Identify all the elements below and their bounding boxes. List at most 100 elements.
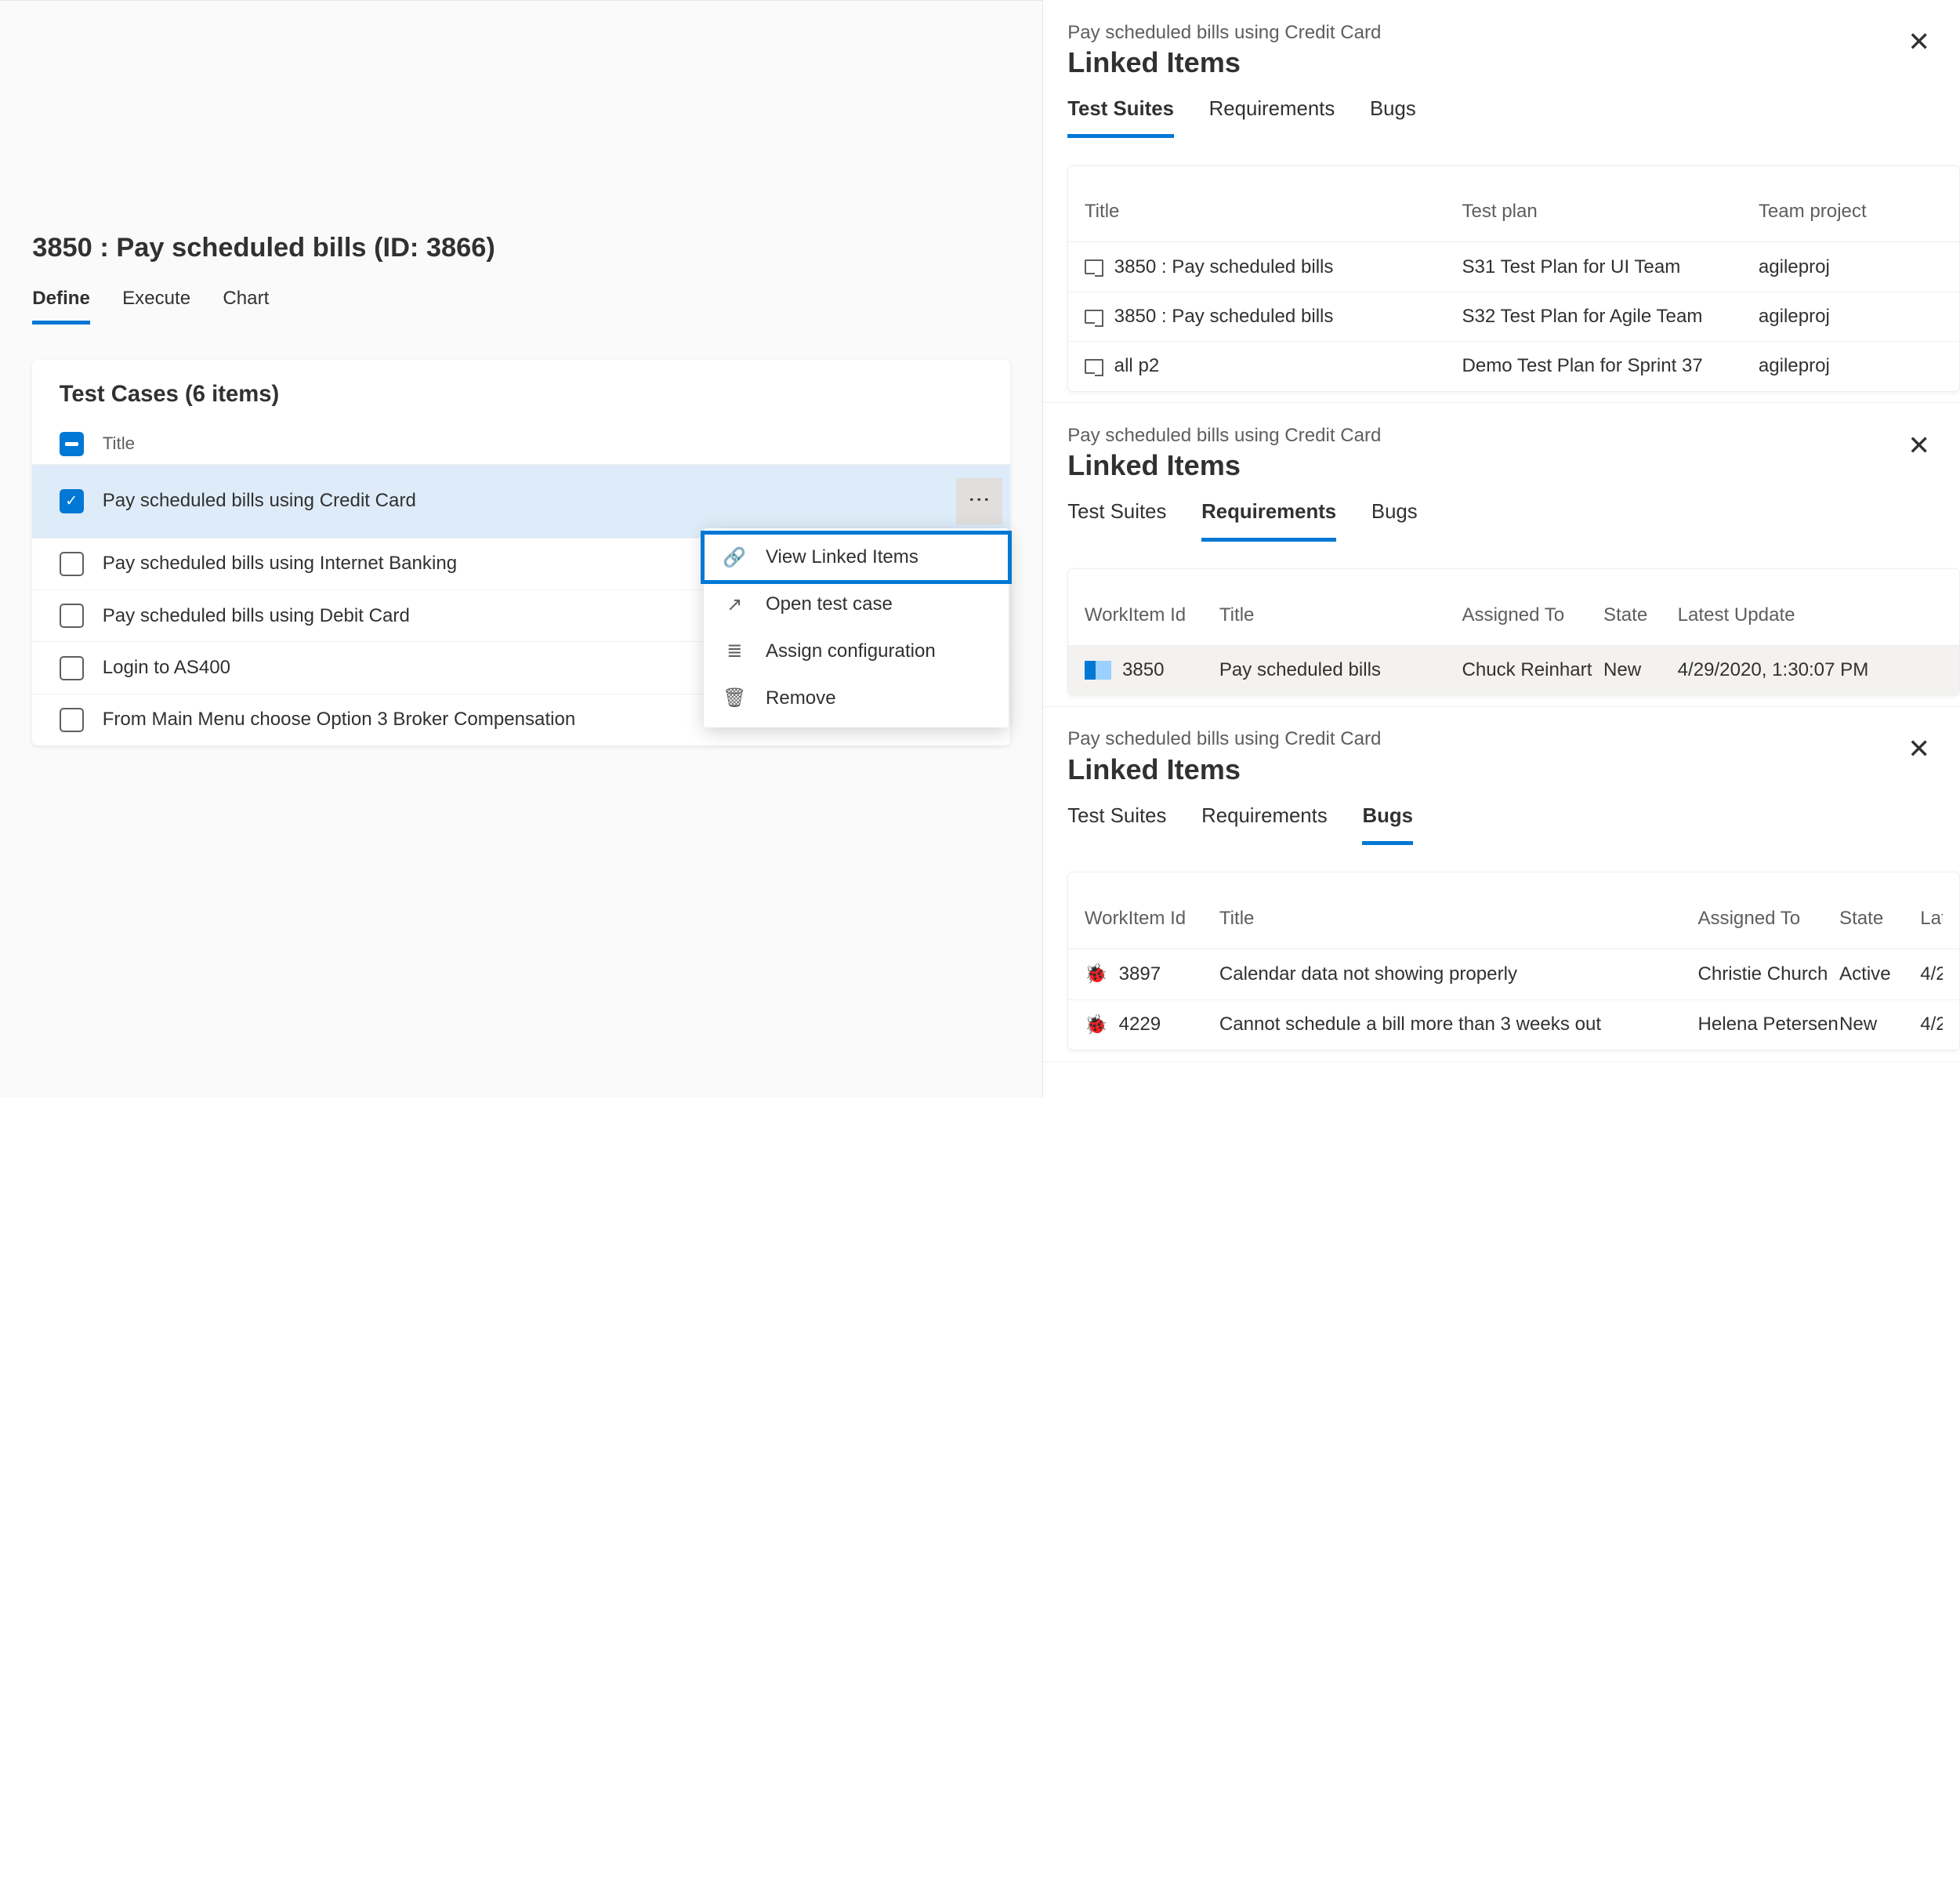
- column-header[interactable]: Title: [1219, 908, 1698, 930]
- column-header[interactable]: State: [1603, 604, 1678, 626]
- panel-title: Linked Items: [1067, 449, 1960, 482]
- column-header[interactable]: Title: [1085, 201, 1462, 223]
- column-header[interactable]: Late: [1920, 908, 1943, 930]
- table-header-row: WorkItem IdTitleAssigned ToStateLatest U…: [1068, 569, 1959, 646]
- table-cell: 🐞 3897: [1085, 963, 1219, 985]
- close-button[interactable]: ✕: [1907, 430, 1930, 462]
- test-cases-column-header: Title: [32, 421, 1010, 465]
- table-cell: Calendar data not showing properly: [1219, 963, 1698, 985]
- close-button[interactable]: ✕: [1907, 27, 1930, 58]
- test-cases-card-header: Test Cases (6 items): [32, 360, 1010, 421]
- table-cell: 4/29: [1920, 1014, 1943, 1035]
- menu-item-label: Assign configuration: [766, 640, 936, 662]
- open-icon: ↗: [723, 593, 747, 616]
- left-tab-execute[interactable]: Execute: [122, 288, 190, 325]
- table-row[interactable]: 3850 : Pay scheduled billsS32 Test Plan …: [1068, 292, 1959, 342]
- panel-tab-test-suites[interactable]: Test Suites: [1067, 501, 1166, 541]
- table-cell: Helena Petersen: [1697, 1014, 1839, 1035]
- table-cell: all p2: [1085, 355, 1462, 377]
- panel-tab-test-suites[interactable]: Test Suites: [1067, 805, 1166, 845]
- more-icon: ⋮: [966, 489, 991, 513]
- table-cell: Christie Church: [1697, 963, 1839, 985]
- cell-text: 4229: [1119, 1014, 1161, 1035]
- linked-items-panel: Pay scheduled bills using Credit CardLin…: [1043, 403, 1960, 707]
- panel-table: TitleTest planTeam project3850 : Pay sch…: [1067, 165, 1960, 392]
- linked-items-panel: Pay scheduled bills using Credit CardLin…: [1043, 707, 1960, 1062]
- cell-text: 3850 : Pay scheduled bills: [1114, 256, 1334, 278]
- column-header[interactable]: Assigned To: [1697, 908, 1839, 930]
- config-icon: ≣: [723, 640, 747, 662]
- bug-icon: 🐞: [1085, 963, 1108, 985]
- panel-table: WorkItem IdTitleAssigned ToStateLate 🐞 389…: [1067, 872, 1960, 1050]
- column-header[interactable]: Latest Update: [1678, 604, 1944, 626]
- column-header[interactable]: Assigned To: [1462, 604, 1603, 626]
- menu-item-view-linked-items[interactable]: 🔗View Linked Items: [704, 534, 1009, 581]
- table-cell: S32 Test Plan for Agile Team: [1462, 306, 1758, 328]
- table-header-row: WorkItem IdTitleAssigned ToStateLate: [1068, 872, 1959, 949]
- table-row[interactable]: 3850 : Pay scheduled billsS31 Test Plan …: [1068, 242, 1959, 292]
- row-checkbox[interactable]: [60, 552, 84, 576]
- table-cell: 3850 : Pay scheduled bills: [1085, 256, 1462, 278]
- link-icon: 🔗: [723, 546, 747, 569]
- table-cell: Pay scheduled bills: [1219, 659, 1462, 681]
- table-cell: 3850: [1085, 659, 1219, 681]
- table-row[interactable]: 🐞4229Cannot schedule a bill more than 3 …: [1068, 1000, 1959, 1050]
- table-cell: agileproj: [1759, 306, 1943, 328]
- menu-item-label: Remove: [766, 687, 836, 709]
- panel-subtitle: Pay scheduled bills using Credit Card: [1067, 425, 1960, 447]
- table-row[interactable]: 🐞 3897 Calendar data not showing properlyC…: [1068, 949, 1959, 999]
- row-context-menu: 🔗View Linked Items ↗ Open test case ≣ Assign…: [704, 528, 1009, 727]
- row-checkbox[interactable]: [60, 708, 84, 732]
- panel-tabs: Test Suites Requirements Bugs: [1067, 805, 1960, 845]
- table-row[interactable]: 3850Pay scheduled billsChuck ReinhartNew…: [1068, 646, 1959, 695]
- menu-item-label: Open test case: [766, 593, 893, 615]
- panel-tab-requirements[interactable]: Requirements: [1209, 98, 1335, 138]
- select-all-checkbox[interactable]: [60, 432, 84, 456]
- close-button[interactable]: ✕: [1907, 734, 1930, 765]
- panel-tab-bugs[interactable]: Bugs: [1370, 98, 1416, 138]
- table-cell: 3850 : Pay scheduled bills: [1085, 306, 1462, 328]
- table-row[interactable]: all p2Demo Test Plan for Sprint 37agilep…: [1068, 342, 1959, 390]
- panel-table: WorkItem IdTitleAssigned ToStateLatest U…: [1067, 568, 1960, 695]
- menu-item-assign-configuration[interactable]: ≣ Assign configuration: [704, 628, 1009, 675]
- panel-tab-test-suites[interactable]: Test Suites: [1067, 98, 1174, 138]
- column-header[interactable]: Test plan: [1462, 201, 1758, 223]
- suite-icon: [1085, 259, 1103, 274]
- test-case-row[interactable]: ✓ Pay scheduled bills using Credit Card ⋮: [32, 465, 1010, 539]
- left-tab-define[interactable]: Define: [32, 288, 90, 325]
- panel-tab-bugs[interactable]: Bugs: [1362, 805, 1413, 845]
- panel-tab-requirements[interactable]: Requirements: [1201, 805, 1328, 845]
- left-tab-chart[interactable]: Chart: [223, 288, 269, 325]
- row-more-button[interactable]: ⋮: [956, 478, 1002, 524]
- close-icon: ✕: [1907, 431, 1930, 461]
- table-cell: New: [1839, 1014, 1920, 1035]
- table-cell: agileproj: [1759, 355, 1943, 377]
- row-checkbox[interactable]: ✓: [60, 489, 84, 513]
- row-checkbox[interactable]: [60, 656, 84, 680]
- panel-title: Linked Items: [1067, 46, 1960, 79]
- table-cell: 4/29: [1920, 963, 1943, 985]
- column-header[interactable]: WorkItem Id: [1085, 908, 1219, 930]
- linked-items-panel: Pay scheduled bills using Credit CardLin…: [1043, 0, 1960, 403]
- menu-item-remove[interactable]: 🗑Remove: [704, 675, 1009, 722]
- panel-tab-bugs[interactable]: Bugs: [1371, 501, 1418, 541]
- column-header[interactable]: State: [1839, 908, 1920, 930]
- table-cell: 🐞4229: [1085, 1014, 1219, 1036]
- menu-item-open-test-case[interactable]: ↗ Open test case: [704, 581, 1009, 628]
- table-cell: 4/29/2020, 1:30:07 PM: [1678, 659, 1944, 681]
- column-header[interactable]: WorkItem Id: [1085, 604, 1219, 626]
- panel-tabs: Test Suites Requirements Bugs: [1067, 98, 1960, 138]
- column-header[interactable]: Team project: [1759, 201, 1943, 223]
- panel-subtitle: Pay scheduled bills using Credit Card: [1067, 22, 1960, 44]
- panel-tab-requirements[interactable]: Requirements: [1201, 501, 1336, 541]
- suite-icon: [1085, 359, 1103, 374]
- row-title: Pay scheduled bills using Credit Card: [103, 490, 957, 512]
- panel-title: Linked Items: [1067, 753, 1960, 786]
- column-header[interactable]: Title: [1219, 604, 1462, 626]
- cell-text: 3897: [1119, 963, 1161, 985]
- page-title: 3850 : Pay scheduled bills (ID: 3866): [32, 233, 1010, 263]
- table-header-row: TitleTest planTeam project: [1068, 166, 1959, 243]
- row-checkbox[interactable]: [60, 604, 84, 628]
- workitem-icon: [1085, 661, 1111, 680]
- close-icon: ✕: [1907, 27, 1930, 57]
